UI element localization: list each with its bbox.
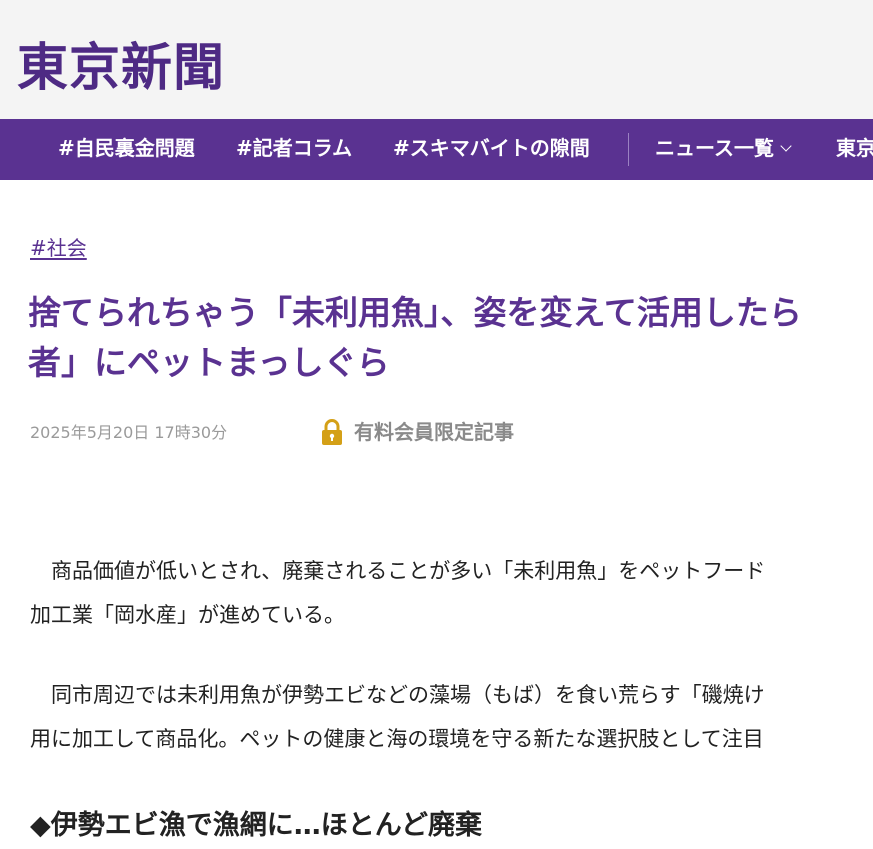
nav-item-label: ニュース一覧 xyxy=(655,136,774,160)
lock-icon xyxy=(322,419,342,445)
site-logo[interactable]: 東京新聞 xyxy=(17,38,225,98)
nav-item-label: 東京 xyxy=(836,136,873,160)
masthead: 東京新聞 xyxy=(0,0,873,119)
nav-item-kisha-column[interactable]: #記者コラム xyxy=(236,119,352,180)
article-subheading: ◆伊勢エビ漁で漁網に…ほとんど廃棄 xyxy=(30,810,482,841)
headline-line: 者」にペットまっしぐら xyxy=(28,343,390,382)
member-only-label: 有料会員限定記事 xyxy=(354,420,514,444)
category-tag-link[interactable]: #社会 xyxy=(30,234,87,262)
paragraph-line: 同市周辺では未利用魚が伊勢エビなどの藻場（もば）を食い荒らす「磯焼け xyxy=(30,683,765,707)
nav-item-label: #自民裏金問題 xyxy=(58,136,195,160)
nav-item-news-list[interactable]: ニュース一覧 xyxy=(655,119,792,180)
article-headline: 捨てられちゃう「未利用魚」、姿を変えて活用したら 者」にペットまっしぐら xyxy=(28,288,873,388)
nav-item-tokyo[interactable]: 東京 xyxy=(836,119,873,180)
chevron-down-icon xyxy=(780,140,792,152)
main-nav: #自民裏金問題 #記者コラム #スキマバイトの隙間 ニュース一覧 東京 xyxy=(0,119,873,180)
publish-date: 2025年5月20日 17時30分 xyxy=(30,423,228,442)
nav-item-label: #スキマバイトの隙間 xyxy=(393,136,590,160)
article-paragraph: 同市周辺では未利用魚が伊勢エビなどの藻場（もば）を食い荒らす「磯焼け 用に加工し… xyxy=(30,673,873,761)
nav-item-sukima-baito[interactable]: #スキマバイトの隙間 xyxy=(393,119,590,180)
paragraph-line: 加工業「岡水産」が進めている。 xyxy=(30,603,345,627)
article-paragraph: 商品価値が低いとされ、廃棄されることが多い「未利用魚」をペットフード 加工業「岡… xyxy=(30,549,873,637)
nav-divider xyxy=(628,133,629,166)
nav-item-label: #記者コラム xyxy=(236,136,353,160)
paragraph-line: 商品価値が低いとされ、廃棄されることが多い「未利用魚」をペットフード xyxy=(30,559,766,583)
nav-item-jimin-uragane[interactable]: #自民裏金問題 xyxy=(58,119,195,180)
headline-line: 捨てられちゃう「未利用魚」、姿を変えて活用したら xyxy=(28,293,802,332)
paragraph-line: 用に加工して商品化。ペットの健康と海の環境を守る新たな選択肢として注目 xyxy=(30,727,764,751)
